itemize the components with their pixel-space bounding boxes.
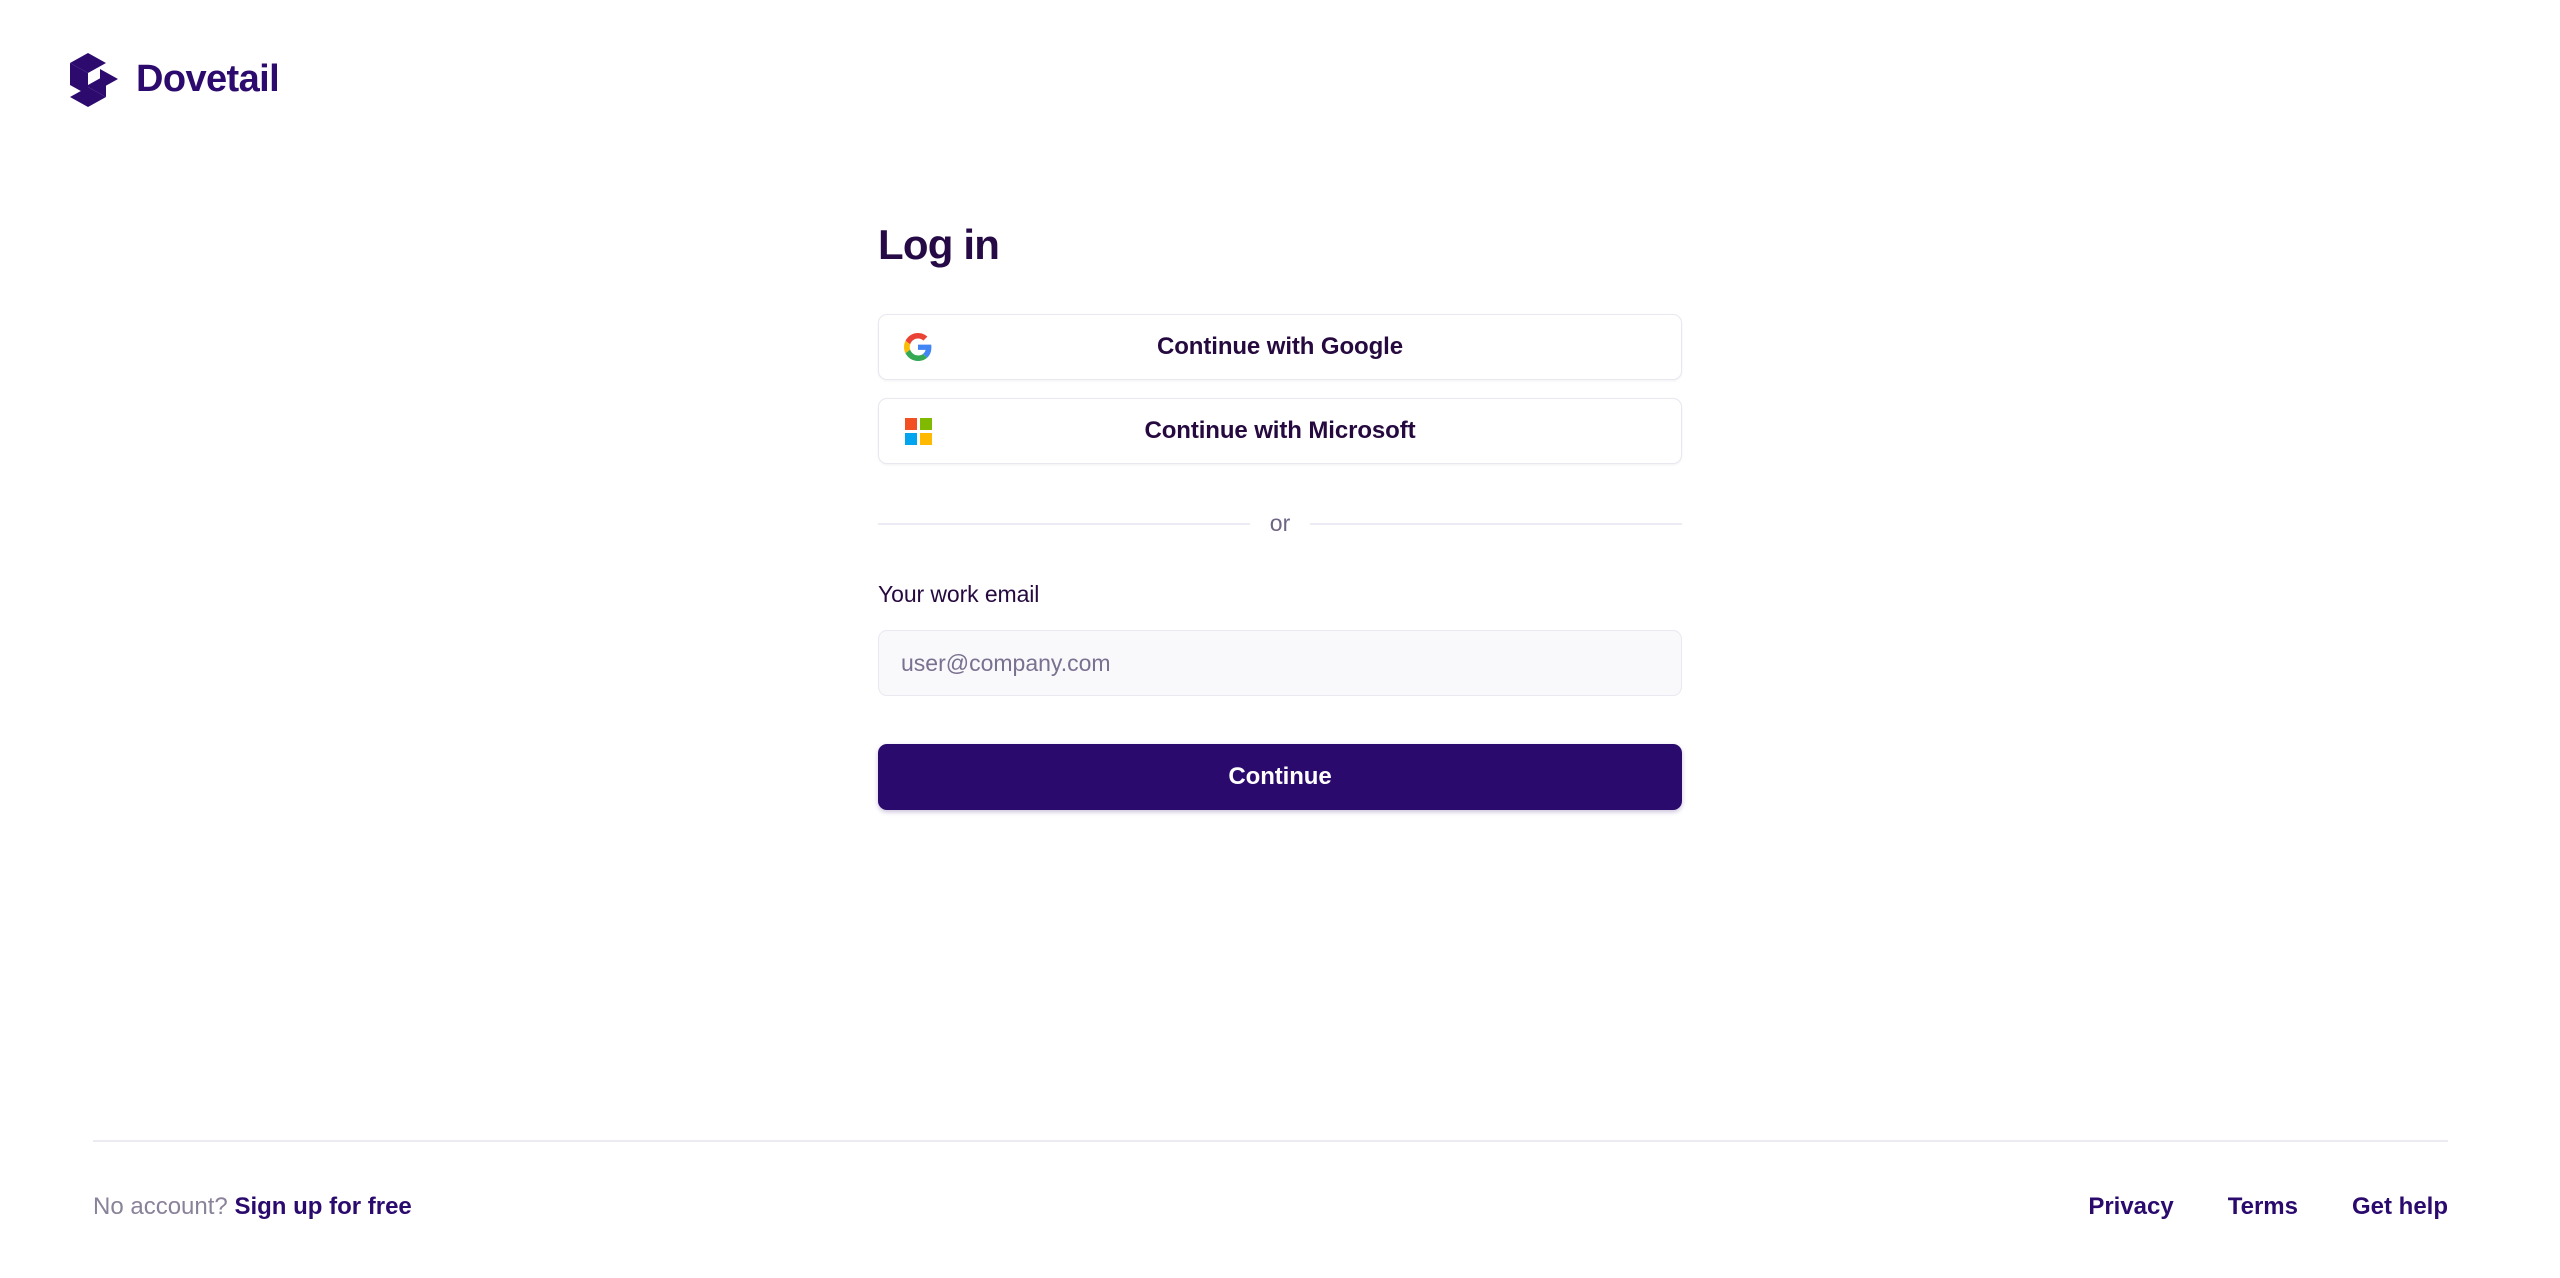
continue-with-microsoft-button[interactable]: Continue with Microsoft [878,398,1682,465]
login-page: Dovetail Log in Continue with Google Con… [0,0,2560,1278]
dovetail-logo-mark-icon [68,52,120,108]
login-form: Log in Continue with Google Continue wit… [878,0,1683,811]
continue-button[interactable]: Continue [878,744,1682,811]
google-icon [903,332,933,362]
divider-line-left [878,522,1250,525]
divider-label: or [1269,510,1291,537]
footer-links: Privacy Terms Get help [2088,1195,2448,1219]
footer-divider [93,1140,2448,1142]
microsoft-icon [903,416,933,446]
divider-line-right [1310,522,1683,525]
brand-logo[interactable]: Dovetail [68,52,280,108]
email-input[interactable] [878,630,1682,697]
page-title: Log in [878,221,1000,268]
get-help-link[interactable]: Get help [2352,1195,2448,1219]
privacy-link[interactable]: Privacy [2088,1195,2173,1219]
continue-with-google-button[interactable]: Continue with Google [878,314,1682,381]
or-divider: or [878,510,1683,537]
email-label: Your work email [878,581,1040,608]
signup-prompt: No account? Sign up for free [93,1195,412,1219]
signup-link[interactable]: Sign up for free [234,1193,411,1220]
terms-link[interactable]: Terms [2228,1195,2298,1219]
continue-with-microsoft-label: Continue with Microsoft [1144,417,1416,445]
footer: No account? Sign up for free Privacy Ter… [93,1195,2448,1219]
no-account-text: No account? [93,1193,228,1220]
continue-with-google-label: Continue with Google [1157,333,1403,361]
brand-name: Dovetail [136,58,280,100]
